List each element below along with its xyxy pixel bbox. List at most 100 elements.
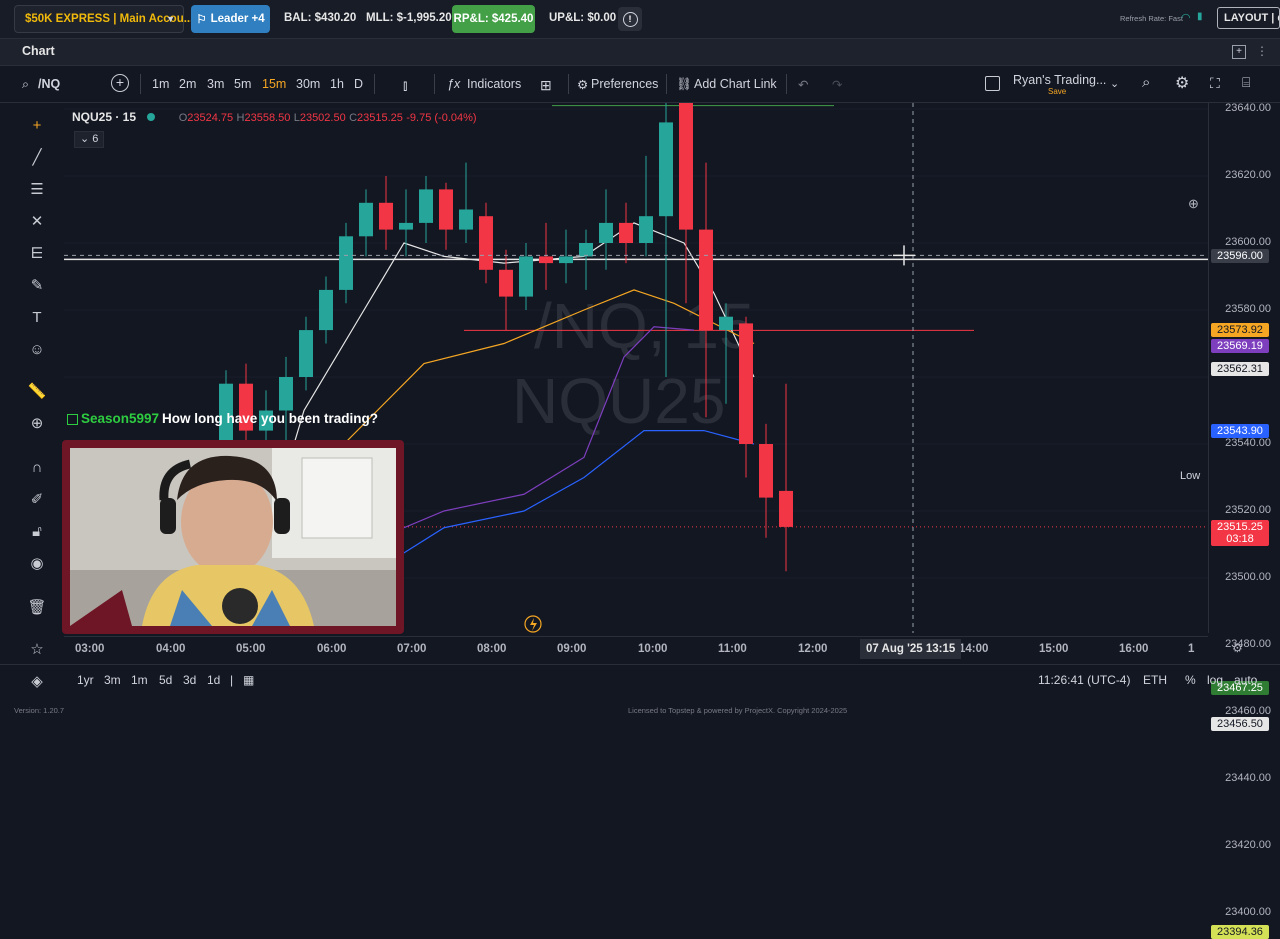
price-label: 23640.00 [1225,102,1271,114]
trendline-icon[interactable]: ╱ [26,147,48,169]
log-button[interactable]: log [1207,673,1223,687]
percent-button[interactable]: % [1185,673,1196,687]
time-label: 1 [1188,643,1195,655]
account-selector[interactable]: $50K EXPRESS | Main Accou... ▼ [14,5,193,33]
range-1d[interactable]: 1d [207,673,220,687]
price-label: 23600.00 [1225,236,1271,248]
legend-open: 23524.75 [187,112,234,124]
compare-symbol-icon[interactable]: + [111,74,129,92]
candle-body [639,216,653,243]
separator: | [230,673,234,687]
lock-icon[interactable]: 🔓︎ [26,521,48,543]
zoom-icon[interactable]: ⌕ [1142,74,1150,91]
candle-body [499,269,513,297]
redo-icon[interactable]: ↷ [832,77,842,92]
add-alert-icon[interactable]: ⊕ [1188,196,1199,212]
symbol-input[interactable]: /NQ [38,77,60,91]
add-chart-link-button[interactable]: Add Chart Link [694,77,777,91]
layout-save-label[interactable]: Save [1048,87,1066,96]
time-label: 09:00 [557,643,587,655]
star-icon[interactable]: ☆ [26,639,48,661]
range-1yr[interactable]: 1yr [77,673,94,687]
runner-icon: ⚐ [196,14,207,26]
time-axis[interactable]: 03:00 04:00 05:00 06:00 07:00 08:00 09:00 10:00… [64,636,1208,661]
version-label: Version: 1.20.7 [14,706,65,715]
interval-1h[interactable]: 1h [330,77,344,91]
eye-icon[interactable]: ◉ [26,553,48,575]
chevron-down-icon[interactable]: ⌄ [1110,77,1119,90]
fib-icon[interactable]: ⋿ [26,243,48,265]
axis-settings-icon[interactable]: ⚙ [1232,641,1243,655]
settings-icon[interactable]: ⚙ [1175,73,1189,93]
auto-button[interactable]: auto [1234,673,1257,687]
layout-name[interactable]: Ryan's Trading... [1013,73,1106,87]
market-open-dot [147,113,156,121]
leader-button[interactable]: ⚐ Leader +4 [191,5,270,33]
indicators-button[interactable]: Indicators [467,77,521,91]
candle-body [399,222,413,230]
range-3d[interactable]: 3d [183,673,196,687]
time-label: 08:00 [477,643,507,655]
interval-15m[interactable]: 15m [262,77,286,91]
calendar-icon[interactable]: ▦ [243,673,254,687]
range-3m[interactable]: 3m [104,673,121,687]
brush-icon[interactable]: ✎ [26,275,48,297]
time-label: 11:00 [718,643,747,655]
emoji-icon[interactable]: ☺ [26,339,48,361]
pattern-icon[interactable]: ✕ [26,211,48,233]
zoom-in-icon[interactable]: ⊕ [26,413,48,435]
camera-icon[interactable]: ⌸ [1242,74,1250,91]
price-axis[interactable]: 23640.00 23620.00 23600.00 23580.00 23540.00… [1208,102,1280,939]
chat-message: Season5997 How long have you been tradin… [64,409,404,431]
candle-body [319,289,333,331]
horizontal-lines-icon[interactable]: ☰ [26,179,48,201]
candle-body [539,256,553,264]
price-tag: 23543.90 [1211,423,1269,438]
studies-toggle[interactable]: ⌄ 6 [74,131,105,148]
legend-change: -9.75 (-0.04%) [406,112,477,124]
add-panel-icon[interactable]: + [1232,45,1246,59]
ruler-icon[interactable]: 📏 [26,381,48,403]
interval-30m[interactable]: 30m [296,77,320,91]
price-label: 23420.00 [1225,839,1271,851]
interval-D[interactable]: D [354,77,363,91]
candle-body [439,189,453,230]
candle-body [419,189,433,223]
fullscreen-icon[interactable]: ⛶ [1210,75,1220,92]
price-tag: 23573.92 [1211,323,1269,338]
lock-drawings-icon[interactable]: ✐ [26,489,48,511]
layout-button[interactable]: LAYOUT | de [1217,7,1280,29]
preferences-button[interactable]: Preferences [591,77,658,91]
legend-high: 23558.50 [244,112,291,124]
time-label: 10:00 [638,643,668,655]
price-label: 23440.00 [1225,772,1271,784]
interval-1m[interactable]: 1m [152,77,169,91]
crosshair-icon[interactable]: + [26,115,48,137]
range-1m[interactable]: 1m [131,673,148,687]
legend-symbol[interactable]: NQU25 · 15 [72,110,136,124]
gear-icon: ⚙ [577,78,589,92]
candle-body [619,222,633,243]
candle-body [479,216,493,270]
undo-icon[interactable]: ↶ [798,77,808,92]
candle-body [559,256,573,264]
info-button[interactable]: ! [618,7,642,31]
templates-icon[interactable]: ⊞ [540,77,552,94]
layout-checkbox[interactable] [985,76,1000,91]
interval-3m[interactable]: 3m [207,77,224,91]
webcam-overlay [62,440,404,634]
search-icon[interactable]: ⌕ [22,77,29,92]
range-5d[interactable]: 5d [159,673,172,687]
interval-2m[interactable]: 2m [179,77,196,91]
trash-icon[interactable]: 🗑︎ [26,597,48,619]
candle-body [379,202,393,230]
interval-5m[interactable]: 5m [234,77,251,91]
text-icon[interactable]: T [26,307,48,329]
session-button[interactable]: ETH [1143,673,1167,687]
candle-body [459,209,473,230]
candle-type-icon[interactable]: ⫾ [403,77,407,94]
magnet-icon[interactable]: ∩ [26,457,48,479]
time-label: 14:00 [959,643,989,655]
tab-chart[interactable]: Chart [22,44,55,58]
panel-handle-icon[interactable]: ⋮ [1256,44,1268,58]
